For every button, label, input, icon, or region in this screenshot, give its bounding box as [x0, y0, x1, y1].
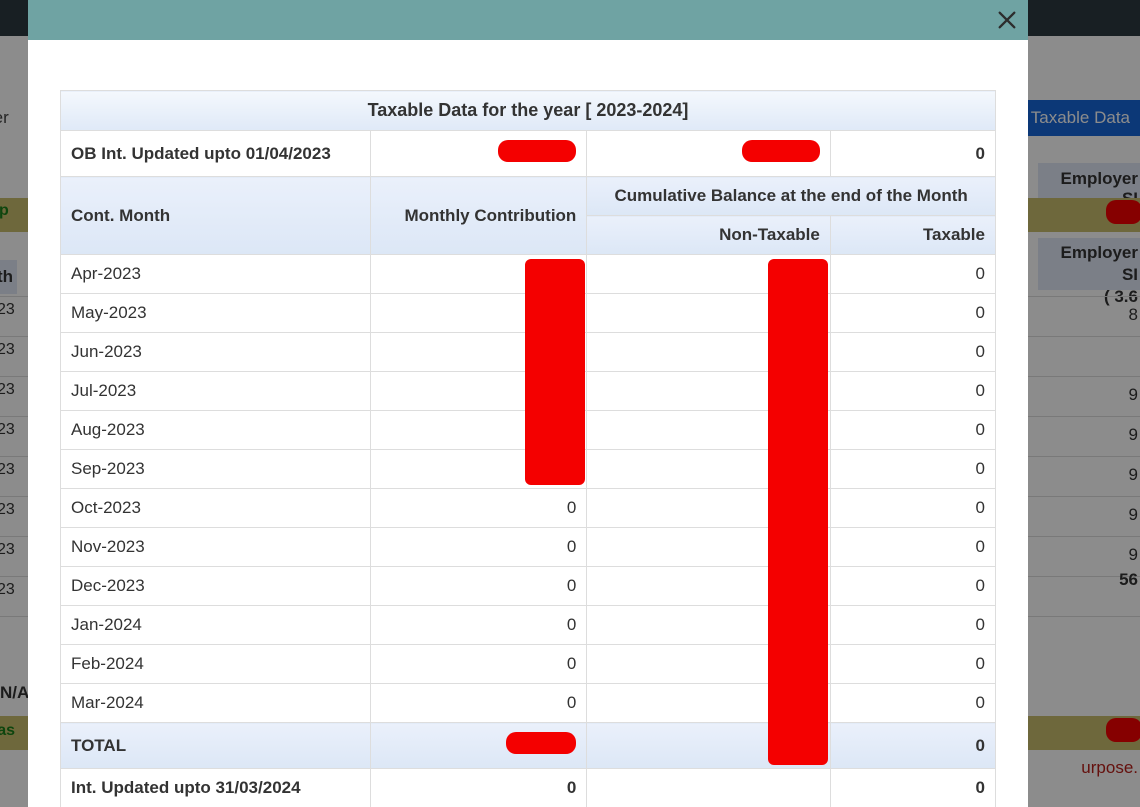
int-mc: 0 [370, 769, 587, 807]
close-icon[interactable] [996, 9, 1018, 31]
cell-non-taxable [587, 528, 831, 567]
cell-month: Dec-2023 [61, 567, 371, 606]
hdr-non-taxable: Non-Taxable [587, 216, 831, 255]
cell-taxable: 0 [830, 255, 995, 294]
cell-non-taxable [587, 372, 831, 411]
header-row-1: Cont. Month Monthly Contribution Cumulat… [61, 177, 996, 216]
cell-monthly-contribution: 0 [370, 606, 587, 645]
cell-monthly-contribution [370, 255, 587, 294]
cell-taxable: 0 [830, 567, 995, 606]
table-title-row: Taxable Data for the year [ 2023-2024] [61, 91, 996, 131]
cell-monthly-contribution [370, 450, 587, 489]
table-row: Jan-202400 [61, 606, 996, 645]
cell-month: Jul-2023 [61, 372, 371, 411]
cell-monthly-contribution: 0 [370, 528, 587, 567]
cell-month: Sep-2023 [61, 450, 371, 489]
ob-label: OB Int. Updated upto 01/04/2023 [61, 131, 371, 177]
hdr-cumulative: Cumulative Balance at the end of the Mon… [587, 177, 996, 216]
table-row: Jun-2023 0 [61, 333, 996, 372]
cell-monthly-contribution: 0 [370, 489, 587, 528]
cell-taxable: 0 [830, 333, 995, 372]
modal-header [28, 0, 1028, 40]
cell-taxable: 0 [830, 294, 995, 333]
cell-month: Nov-2023 [61, 528, 371, 567]
cell-month: Feb-2024 [61, 645, 371, 684]
cell-monthly-contribution [370, 333, 587, 372]
ob-taxable: 0 [830, 131, 995, 177]
hdr-monthly-contribution: Monthly Contribution [370, 177, 587, 255]
redacted-pill [506, 732, 576, 754]
ob-row: OB Int. Updated upto 01/04/2023 0 [61, 131, 996, 177]
cell-monthly-contribution [370, 411, 587, 450]
total-mc [370, 723, 587, 769]
cell-non-taxable [587, 567, 831, 606]
total-row: TOTAL 0 [61, 723, 996, 769]
cell-taxable: 0 [830, 450, 995, 489]
table-row: Jul-2023 0 [61, 372, 996, 411]
cell-non-taxable [587, 645, 831, 684]
table-title: Taxable Data for the year [ 2023-2024] [61, 91, 996, 131]
hdr-cont-month: Cont. Month [61, 177, 371, 255]
table-row: Sep-2023 0 [61, 450, 996, 489]
table-row: Mar-202400 [61, 684, 996, 723]
table-row: Apr-2023 0 [61, 255, 996, 294]
cell-taxable: 0 [830, 645, 995, 684]
total-label: TOTAL [61, 723, 371, 769]
cell-monthly-contribution [370, 294, 587, 333]
redacted-pill [498, 140, 576, 162]
total-tx: 0 [830, 723, 995, 769]
cell-monthly-contribution [370, 372, 587, 411]
taxable-data-modal: Taxable Data for the year [ 2023-2024] O… [28, 0, 1028, 807]
table-row: Oct-202300 [61, 489, 996, 528]
cell-non-taxable [587, 294, 831, 333]
total-nt [587, 723, 831, 769]
interest-row: Int. Updated upto 31/03/2024 0 0 [61, 769, 996, 807]
modal-body[interactable]: Taxable Data for the year [ 2023-2024] O… [28, 40, 1028, 807]
hdr-taxable: Taxable [830, 216, 995, 255]
ob-col3 [587, 131, 831, 177]
table-row: May-2023 0 [61, 294, 996, 333]
cell-taxable: 0 [830, 684, 995, 723]
cell-taxable: 0 [830, 372, 995, 411]
ob-col2 [370, 131, 587, 177]
cell-month: Jan-2024 [61, 606, 371, 645]
cell-non-taxable [587, 489, 831, 528]
cell-monthly-contribution: 0 [370, 684, 587, 723]
redacted-pill [742, 140, 820, 162]
cell-taxable: 0 [830, 489, 995, 528]
cell-non-taxable [587, 411, 831, 450]
cell-taxable: 0 [830, 606, 995, 645]
cell-non-taxable [587, 333, 831, 372]
table-row: Nov-202300 [61, 528, 996, 567]
cell-month: Mar-2024 [61, 684, 371, 723]
int-tx: 0 [830, 769, 995, 807]
cell-non-taxable [587, 450, 831, 489]
cell-month: May-2023 [61, 294, 371, 333]
table-row: Feb-202400 [61, 645, 996, 684]
int-label: Int. Updated upto 31/03/2024 [61, 769, 371, 807]
cell-month: Aug-2023 [61, 411, 371, 450]
taxable-data-table: Taxable Data for the year [ 2023-2024] O… [60, 90, 996, 807]
cell-month: Jun-2023 [61, 333, 371, 372]
cell-monthly-contribution: 0 [370, 567, 587, 606]
cell-month: Apr-2023 [61, 255, 371, 294]
int-nt [587, 769, 831, 807]
cell-non-taxable [587, 684, 831, 723]
cell-taxable: 0 [830, 528, 995, 567]
cell-taxable: 0 [830, 411, 995, 450]
cell-non-taxable [587, 606, 831, 645]
table-row: Dec-202300 [61, 567, 996, 606]
cell-monthly-contribution: 0 [370, 645, 587, 684]
cell-non-taxable [587, 255, 831, 294]
table-row: Aug-2023 0 [61, 411, 996, 450]
cell-month: Oct-2023 [61, 489, 371, 528]
